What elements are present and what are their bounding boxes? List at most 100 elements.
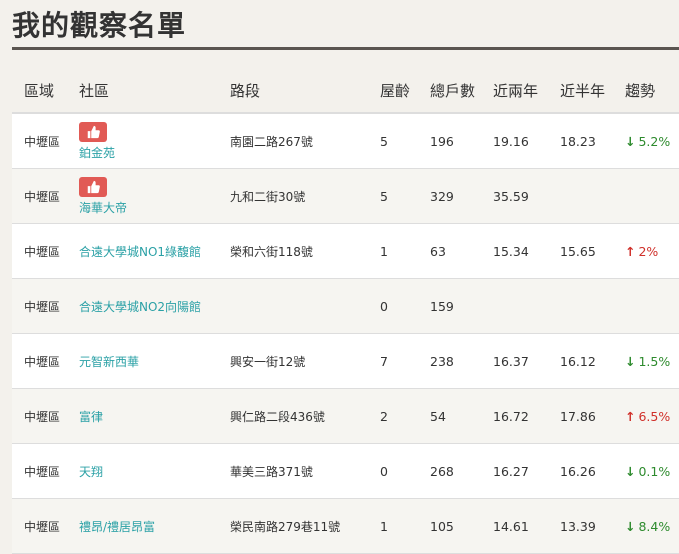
cell-age: 7 (380, 353, 388, 369)
community-link[interactable]: 合遠大學城NO2向陽館 (79, 298, 201, 315)
cell-half-year: 15.65 (560, 243, 596, 259)
community-link[interactable]: 鉑金苑 (79, 144, 115, 161)
cell-area: 中壢區 (24, 189, 61, 204)
community-link[interactable]: 富律 (79, 408, 103, 425)
cell-road: 九和二街30號 (230, 189, 306, 204)
trend-value: ↑ 6.5% (625, 409, 670, 424)
col-community[interactable]: 社區 (79, 80, 109, 101)
cell-households: 329 (430, 188, 454, 204)
trend-value: ↓ 1.5% (625, 354, 670, 369)
cell-age: 2 (380, 408, 388, 424)
cell-area: 中壢區 (24, 464, 61, 479)
thumbs-up-icon[interactable] (79, 121, 107, 142)
col-area[interactable]: 區域 (24, 80, 54, 101)
cell-community: 禮昂/禮居昂富 (79, 499, 155, 553)
cell-area: 中壢區 (24, 519, 61, 534)
cell-two-year: 14.61 (493, 518, 529, 534)
cell-community: 天翔 (79, 444, 103, 498)
cell-trend: ↓ 5.2% (625, 114, 670, 168)
cell-two-year: 19.16 (493, 133, 529, 149)
arrow-down-icon: ↓ (625, 353, 636, 369)
cell-households: 159 (430, 298, 454, 314)
cell-road: 興仁路二段436號 (230, 409, 325, 424)
col-half-year[interactable]: 近半年 (560, 80, 605, 101)
title-divider (12, 47, 679, 50)
table-row: 中壢區 禮昂/禮居昂富 榮民南路279巷11號 1 105 14.61 13.39 ↓ 8.4% (12, 499, 679, 554)
thumbs-up-icon[interactable] (79, 176, 107, 197)
cell-road: 興安一街12號 (230, 354, 306, 369)
arrow-down-icon: ↓ (625, 133, 636, 149)
cell-households: 105 (430, 518, 454, 534)
cell-households: 238 (430, 353, 454, 369)
community-link[interactable]: 禮昂/禮居昂富 (79, 518, 155, 535)
trend-value: ↓ 5.2% (625, 134, 670, 149)
arrow-up-icon: ↑ (625, 408, 636, 424)
watchlist-table: 區域 社區 路段 屋齡 總戶數 近兩年 近半年 趨勢 中壢區 鉑金苑 南園二路267… (12, 72, 679, 554)
cell-area: 中壢區 (24, 354, 61, 369)
cell-households: 54 (430, 408, 446, 424)
cell-half-year: 13.39 (560, 518, 596, 534)
cell-age: 5 (380, 133, 388, 149)
arrow-down-icon: ↓ (625, 518, 636, 534)
table-row: 中壢區 海華大帝 九和二街30號 5 329 35.59 (12, 169, 679, 224)
cell-area: 中壢區 (24, 244, 61, 259)
cell-two-year: 15.34 (493, 243, 529, 259)
col-age[interactable]: 屋齡 (380, 80, 410, 101)
cell-community: 海華大帝 (79, 169, 127, 223)
cell-trend: ↑ 2% (625, 224, 658, 278)
cell-two-year: 16.72 (493, 408, 529, 424)
cell-community: 合遠大學城NO1綠馥館 (79, 224, 201, 278)
trend-value: ↓ 0.1% (625, 464, 670, 479)
community-link[interactable]: 元智新西華 (79, 353, 139, 370)
page-title: 我的觀察名單 (12, 9, 187, 42)
cell-trend: ↓ 1.5% (625, 334, 670, 388)
cell-households: 196 (430, 133, 454, 149)
arrow-up-icon: ↑ (625, 243, 636, 259)
cell-area: 中壢區 (24, 409, 61, 424)
col-two-year[interactable]: 近兩年 (493, 80, 538, 101)
trend-percent: 2% (638, 243, 659, 259)
cell-half-year: 17.86 (560, 408, 596, 424)
table-row: 中壢區 元智新西華 興安一街12號 7 238 16.37 16.12 ↓ 1.5% (12, 334, 679, 389)
cell-area: 中壢區 (24, 299, 61, 314)
cell-road: 華美三路371號 (230, 464, 313, 479)
trend-value: ↑ 2% (625, 244, 658, 259)
table-row: 中壢區 富律 興仁路二段436號 2 54 16.72 17.86 ↑ 6.5% (12, 389, 679, 444)
trend-percent: 0.1% (638, 463, 671, 479)
cell-half-year: 18.23 (560, 133, 596, 149)
cell-age: 0 (380, 298, 388, 314)
community-link[interactable]: 海華大帝 (79, 199, 127, 216)
cell-community: 元智新西華 (79, 334, 139, 388)
cell-trend: ↑ 6.5% (625, 389, 670, 443)
cell-households: 63 (430, 243, 446, 259)
table-row: 中壢區 合遠大學城NO1綠馥館 榮和六街118號 1 63 15.34 15.65 ↑ 2% (12, 224, 679, 279)
trend-percent: 6.5% (638, 408, 671, 424)
cell-age: 5 (380, 188, 388, 204)
col-households[interactable]: 總戶數 (430, 80, 475, 101)
table-header: 區域 社區 路段 屋齡 總戶數 近兩年 近半年 趨勢 (12, 72, 679, 114)
cell-households: 268 (430, 463, 454, 479)
col-road[interactable]: 路段 (230, 80, 260, 101)
trend-percent: 8.4% (638, 518, 671, 534)
table-body: 中壢區 鉑金苑 南園二路267號 5 196 19.16 18.23 ↓ 5.2% 中壢區 海華大帝… (12, 114, 679, 554)
cell-two-year: 16.27 (493, 463, 529, 479)
cell-trend: ↓ 8.4% (625, 499, 670, 553)
table-row: 中壢區 天翔 華美三路371號 0 268 16.27 16.26 ↓ 0.1% (12, 444, 679, 499)
cell-community: 鉑金苑 (79, 114, 115, 168)
cell-community: 富律 (79, 389, 103, 443)
col-trend[interactable]: 趨勢 (625, 80, 655, 101)
cell-age: 1 (380, 243, 388, 259)
cell-road: 榮和六街118號 (230, 244, 313, 259)
table-row: 中壢區鉑金苑 南園二路267號 5 196 19.16 18.23 ↓ 5.2% (12, 114, 679, 169)
cell-community: 合遠大學城NO2向陽館 (79, 279, 201, 333)
community-link[interactable]: 合遠大學城NO1綠馥館 (79, 243, 201, 260)
cell-age: 0 (380, 463, 388, 479)
community-link[interactable]: 天翔 (79, 463, 103, 480)
cell-road: 南園二路267號 (230, 134, 313, 149)
cell-half-year: 16.26 (560, 463, 596, 479)
arrow-down-icon: ↓ (625, 463, 636, 479)
trend-value: ↓ 8.4% (625, 519, 670, 534)
cell-area: 中壢區 (24, 134, 61, 149)
table-row: 中壢區 合遠大學城NO2向陽館 0 159 (12, 279, 679, 334)
cell-age: 1 (380, 518, 388, 534)
